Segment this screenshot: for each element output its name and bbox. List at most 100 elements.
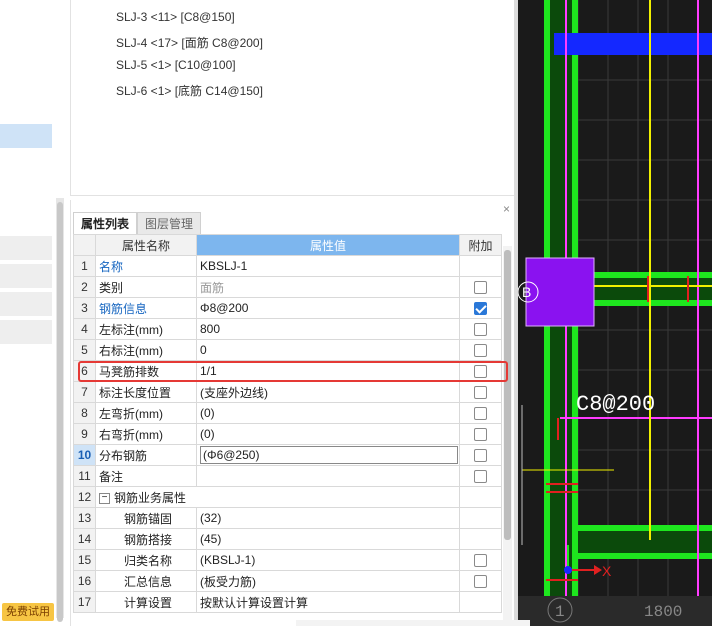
- row-number: 2: [73, 276, 96, 298]
- drawing-canvas[interactable]: B C8@200 X 1 1800: [518, 0, 712, 626]
- x-axis-label: X: [602, 563, 612, 579]
- table-row[interactable]: 3 钢筋信息 Φ8@200: [73, 297, 502, 319]
- property-scrollbar[interactable]: [503, 246, 512, 626]
- bottom-toolbar: [296, 620, 530, 626]
- table-row[interactable]: 1 名称 KBSLJ-1: [73, 255, 502, 277]
- list-item[interactable]: SLJ-6 <1> [底筋 C14@150]: [116, 82, 263, 99]
- row-number-header: [73, 234, 96, 256]
- selected-rebar-blue[interactable]: [554, 33, 712, 55]
- table-row[interactable]: 8 左弯折(mm) (0): [73, 402, 502, 424]
- property-value[interactable]: (KBSLJ-1): [196, 549, 460, 571]
- table-row-selected[interactable]: 10 分布钢筋 (Φ6@250): [73, 444, 502, 466]
- list-item[interactable]: SLJ-4 <17> [面筋 C8@200]: [116, 34, 263, 51]
- property-panel: × 属性列表 图层管理 属性名称 属性值 附加 1 名称 KBSLJ-1 2 类…: [70, 200, 516, 626]
- close-icon[interactable]: ×: [503, 202, 510, 216]
- property-value[interactable]: Φ8@200: [196, 297, 460, 319]
- tab-properties[interactable]: 属性列表: [73, 212, 138, 234]
- property-name: 计算设置: [95, 591, 197, 613]
- row-number: 5: [73, 339, 96, 361]
- rebar-annotation[interactable]: C8@200: [576, 392, 655, 417]
- property-value[interactable]: (32): [196, 507, 460, 529]
- property-value[interactable]: (板受力筋): [196, 570, 460, 592]
- group-header[interactable]: − 钢筋业务属性: [95, 486, 460, 508]
- property-value[interactable]: 800: [196, 318, 460, 340]
- table-row[interactable]: 14 钢筋搭接 (45): [73, 528, 502, 550]
- sidebar-item[interactable]: [0, 292, 52, 316]
- row-number: 15: [73, 549, 96, 571]
- extra-checkbox[interactable]: [474, 344, 487, 358]
- property-name: 类别: [95, 276, 197, 298]
- property-value[interactable]: [196, 465, 460, 487]
- property-value-editor[interactable]: (Φ6@250): [196, 444, 460, 466]
- collapse-icon[interactable]: −: [99, 492, 110, 504]
- property-value[interactable]: KBSLJ-1: [196, 255, 460, 277]
- name-column-header[interactable]: 属性名称: [95, 234, 197, 256]
- property-value[interactable]: 面筋: [196, 276, 460, 298]
- sidebar-scrollbar[interactable]: [56, 198, 64, 622]
- sidebar-selected-item[interactable]: [0, 124, 52, 148]
- free-trial-badge[interactable]: 免费试用: [2, 603, 54, 621]
- table-row[interactable]: 13 钢筋锚固 (32): [73, 507, 502, 529]
- table-row[interactable]: 4 左标注(mm) 800: [73, 318, 502, 340]
- property-value[interactable]: (0): [196, 402, 460, 424]
- extra-cell: [459, 381, 502, 403]
- list-item[interactable]: SLJ-3 <11> [C8@150]: [116, 10, 235, 24]
- property-value[interactable]: (45): [196, 528, 460, 550]
- table-row[interactable]: 5 右标注(mm) 0: [73, 339, 502, 361]
- extra-cell: [459, 570, 502, 592]
- property-name: 归类名称: [95, 549, 197, 571]
- property-table: 属性名称 属性值 附加 1 名称 KBSLJ-1 2 类别 面筋 3 钢筋信息 …: [73, 234, 502, 613]
- axis-bar: [518, 596, 712, 626]
- extra-checkbox[interactable]: [474, 470, 487, 484]
- extra-checkbox[interactable]: [474, 449, 487, 463]
- property-name: 左标注(mm): [95, 318, 197, 340]
- row-number: 12: [73, 486, 96, 508]
- extra-cell: [459, 507, 502, 529]
- property-value[interactable]: (0): [196, 423, 460, 445]
- extra-cell: [459, 276, 502, 298]
- table-row[interactable]: 17 计算设置 按默认计算设置计算: [73, 591, 502, 613]
- horizontal-beam-lower-core: [578, 531, 712, 553]
- property-value[interactable]: 按默认计算设置计算: [196, 591, 460, 613]
- value-column-header[interactable]: 属性值: [196, 234, 460, 256]
- cad-drawing[interactable]: B C8@200 X 1 1800: [518, 0, 712, 626]
- extra-checkbox[interactable]: [474, 281, 487, 295]
- extra-checkbox[interactable]: [474, 575, 487, 589]
- extra-checkbox[interactable]: [474, 386, 487, 400]
- rebar-list-panel: SLJ-3 <11> [C8@150] SLJ-4 <17> [面筋 C8@20…: [70, 0, 516, 196]
- property-value[interactable]: (支座外边线): [196, 381, 460, 403]
- extra-checkbox[interactable]: [474, 323, 487, 337]
- extra-checkbox[interactable]: [474, 407, 487, 421]
- table-row[interactable]: 2 类别 面筋: [73, 276, 502, 298]
- list-item[interactable]: SLJ-5 <1> [C10@100]: [116, 58, 236, 72]
- origin-icon: [564, 566, 572, 574]
- value-edit-box[interactable]: (Φ6@250): [200, 446, 458, 464]
- table-row[interactable]: 15 归类名称 (KBSLJ-1): [73, 549, 502, 571]
- extra-column-header[interactable]: 附加: [459, 234, 502, 256]
- extra-checkbox-checked[interactable]: [474, 302, 487, 316]
- property-value[interactable]: 0: [196, 339, 460, 361]
- sidebar-item[interactable]: [0, 320, 52, 344]
- table-row[interactable]: 9 右弯折(mm) (0): [73, 423, 502, 445]
- extra-checkbox[interactable]: [474, 428, 487, 442]
- sidebar-item[interactable]: [0, 236, 52, 260]
- x-axis-arrowhead-icon: [594, 565, 602, 575]
- sidebar-scrollbar-thumb[interactable]: [57, 202, 63, 622]
- highlight-outline: [78, 361, 508, 382]
- group-label: 钢筋业务属性: [114, 490, 187, 505]
- row-number: 3: [73, 297, 96, 319]
- panel-tabs: 属性列表 图层管理: [73, 212, 202, 234]
- row-number: 14: [73, 528, 96, 550]
- row-number: 16: [73, 570, 96, 592]
- sidebar-item[interactable]: [0, 264, 52, 288]
- left-sidebar: 免费试用: [0, 0, 56, 626]
- table-row[interactable]: 11 备注: [73, 465, 502, 487]
- extra-checkbox[interactable]: [474, 554, 487, 568]
- tab-layers[interactable]: 图层管理: [137, 212, 202, 234]
- column-node[interactable]: [525, 257, 595, 327]
- table-row-group[interactable]: 12 − 钢筋业务属性: [73, 486, 502, 508]
- table-row[interactable]: 16 汇总信息 (板受力筋): [73, 570, 502, 592]
- property-scrollbar-thumb[interactable]: [504, 250, 511, 540]
- extra-cell: [459, 549, 502, 571]
- table-row[interactable]: 7 标注长度位置 (支座外边线): [73, 381, 502, 403]
